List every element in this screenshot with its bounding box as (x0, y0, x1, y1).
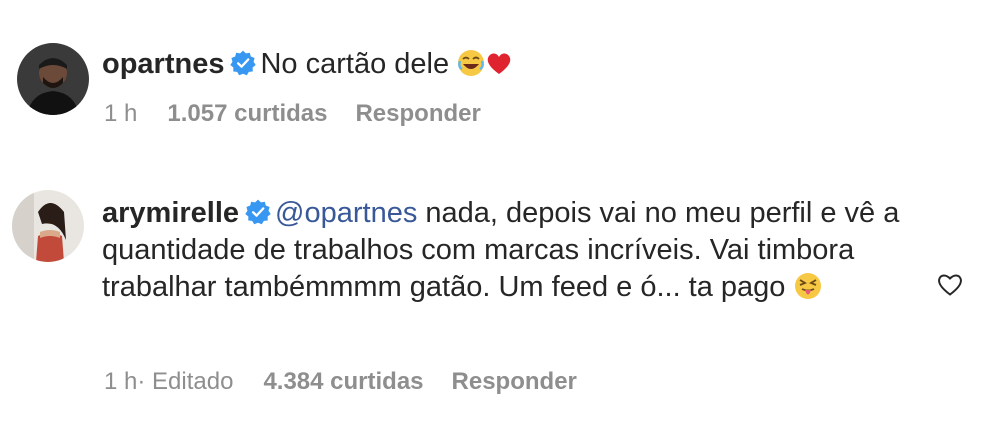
laughing-face-icon (457, 49, 485, 77)
likes-count[interactable]: 1.057 curtidas (167, 100, 327, 128)
red-heart-icon (485, 49, 513, 77)
reply-button[interactable]: Responder (355, 100, 480, 128)
verified-badge-icon (245, 199, 271, 225)
mention-link[interactable]: @opartnes (275, 197, 417, 229)
avatar[interactable] (17, 43, 89, 115)
verified-badge-icon (230, 50, 257, 76)
username[interactable]: arymirelle (102, 197, 239, 229)
reply-button[interactable]: Responder (452, 368, 577, 396)
username[interactable]: opartnes (102, 48, 224, 80)
like-heart-icon[interactable] (936, 271, 964, 297)
avatar[interactable] (12, 190, 84, 262)
comment-body: opartnes No cartão dele (102, 46, 924, 83)
edited-label: Editado (152, 368, 234, 395)
likes-count[interactable]: 4.384 curtidas (263, 368, 423, 396)
timestamp: 1 h· (104, 368, 146, 395)
timestamp: 1 h (104, 100, 138, 127)
comment-meta: 1 h· Editado 4.384 curtidas Responder (104, 368, 577, 396)
comment-item: arymirelle @opartnes nada, depois vai no … (0, 175, 984, 415)
comment-meta: 1 h 1.057 curtidas Responder (104, 100, 481, 128)
squinting-tongue-face-icon (794, 272, 822, 300)
comment-text: No cartão dele (260, 48, 450, 80)
comment-item: opartnes No cartão dele 1 h 1.057 curtidas… (0, 0, 984, 150)
comment-body: arymirelle @opartnes nada, depois vai no … (102, 195, 924, 306)
